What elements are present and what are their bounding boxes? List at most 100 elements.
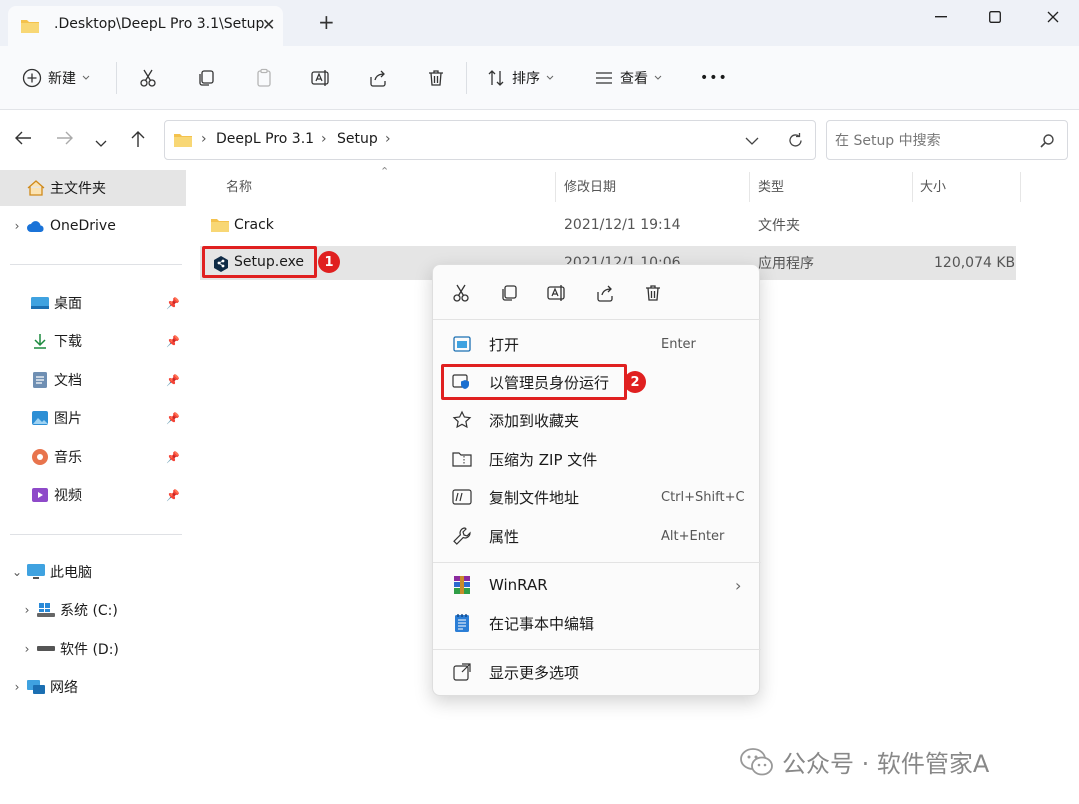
menu-delete-button[interactable] [639,279,667,307]
chevron-right-icon[interactable]: › [8,680,26,694]
forward-button[interactable] [56,130,74,150]
recent-dropdown-button[interactable] [95,134,107,152]
menu-copy-button[interactable] [495,279,523,307]
menu-rename-button[interactable] [543,279,571,307]
sidebar-item-downloads[interactable]: 下载 📌 [0,323,186,359]
rename-button[interactable] [310,64,332,92]
chevron-down-icon[interactable] [745,137,759,146]
back-button[interactable] [14,130,32,150]
column-header-name[interactable]: 名称 [226,176,252,195]
breadcrumb-setup[interactable]: Setup [337,131,378,147]
maximize-icon [989,11,1001,23]
chevron-right-icon[interactable]: › [8,219,26,233]
column-divider[interactable] [749,172,750,202]
column-header-size[interactable]: 大小 [920,176,946,195]
column-divider[interactable] [1020,172,1021,202]
arrow-up-icon [131,131,145,147]
sidebar-item-desktop[interactable]: 桌面 📌 [0,285,186,321]
sidebar-item-drive-c[interactable]: › 系统 (C:) [0,592,186,628]
new-tab-button[interactable]: + [318,12,335,32]
chevron-right-icon[interactable]: › [18,603,36,617]
show-more-icon [451,661,473,683]
sidebar-drive-c-label: 系统 (C:) [60,603,118,619]
menu-item-label: 添加到收藏夹 [489,411,580,430]
toolbar-divider [116,62,117,94]
sidebar-item-documents[interactable]: 文档 📌 [0,362,186,398]
sidebar-item-this-pc[interactable]: ⌄ 此电脑 [0,554,186,590]
menu-item-label: 属性 [489,527,520,546]
trash-icon [646,285,660,301]
chevron-down-icon[interactable]: ⌄ [8,565,26,579]
menu-item-label: 显示更多选项 [489,663,580,682]
file-modified: 2021/12/1 19:14 [564,217,681,233]
sidebar-item-videos[interactable]: 视频 📌 [0,477,186,513]
chevron-right-icon[interactable]: › [18,642,36,656]
sidebar-item-music[interactable]: 音乐 📌 [0,439,186,475]
search-input[interactable] [835,130,1025,152]
sidebar-item-home[interactable]: 主文件夹 [0,170,186,206]
plus-circle-icon [22,68,42,88]
sidebar-music-label: 音乐 [54,450,82,466]
pin-icon[interactable]: 📌 [166,297,180,310]
more-button[interactable]: ••• [700,64,728,92]
share-button[interactable] [368,64,388,92]
copy-icon [199,70,214,86]
pin-icon[interactable]: 📌 [166,412,180,425]
sidebar-item-drive-d[interactable]: › 软件 (D:) [0,631,186,667]
minimize-button[interactable] [918,6,964,28]
search-box[interactable] [826,120,1068,160]
new-button[interactable]: 新建 [22,64,90,92]
menu-item-add-favorites[interactable]: 添加到收藏夹 [439,402,755,438]
paste-button[interactable] [254,64,274,92]
pin-icon[interactable]: 📌 [166,489,180,502]
sort-icon [488,70,504,86]
menu-item-show-more[interactable]: 显示更多选项 [439,654,755,690]
pin-icon[interactable]: 📌 [166,451,180,464]
menu-item-winrar[interactable]: WinRAR › [439,567,755,603]
sort-button[interactable]: 排序 [486,64,554,92]
paste-icon [257,68,271,87]
up-button[interactable] [130,130,146,152]
menu-item-open[interactable]: 打开 Enter [439,326,755,362]
menu-item-copy-path[interactable]: 复制文件地址 Ctrl+Shift+C [439,479,755,515]
address-bar[interactable]: › DeepL Pro 3.1 › Setup › [164,120,816,160]
sidebar-item-network[interactable]: › 网络 [0,669,186,705]
sidebar-network-label: 网络 [50,680,78,696]
column-divider[interactable] [912,172,913,202]
file-row-crack[interactable]: Crack 2021/12/1 19:14 文件夹 [200,208,1016,242]
sidebar-item-pictures[interactable]: 图片 📌 [0,400,186,436]
menu-item-label: WinRAR [489,576,548,594]
tab-close-icon[interactable]: ✕ [262,15,275,34]
close-button[interactable] [1030,6,1076,28]
view-button[interactable]: 查看 [594,64,662,92]
pin-icon[interactable]: 📌 [166,374,180,387]
menu-item-edit-notepad[interactable]: 在记事本中编辑 [439,605,755,641]
breadcrumb-deepl[interactable]: DeepL Pro 3.1 [216,131,314,147]
menu-item-properties[interactable]: 属性 Alt+Enter [439,518,755,554]
menu-share-button[interactable] [591,279,619,307]
menu-item-compress-zip[interactable]: 压缩为 ZIP 文件 [439,441,755,477]
chevron-right-icon: › [735,575,742,595]
zip-folder-icon [451,448,473,470]
search-icon[interactable] [1039,133,1055,149]
file-name: Setup.exe [234,254,305,270]
column-header-modified[interactable]: 修改日期 [564,176,616,195]
menu-cut-button[interactable] [447,279,475,307]
column-header-type[interactable]: 类型 [758,176,784,195]
maximize-button[interactable] [972,6,1018,28]
refresh-icon[interactable] [787,132,804,149]
menu-shortcut: Alt+Enter [661,528,725,544]
column-divider[interactable] [555,172,556,202]
cut-button[interactable] [138,64,158,92]
home-icon [26,179,46,197]
menu-divider [433,319,761,320]
sidebar-item-onedrive[interactable]: › OneDrive [0,208,186,244]
picture-icon [30,409,50,427]
cloud-icon [26,217,46,235]
delete-button[interactable] [426,64,446,92]
file-type: 应用程序 [758,256,814,272]
window-tab[interactable]: .Desktop\DeepL Pro 3.1\Setup ✕ [8,6,283,46]
copy-button[interactable] [196,64,216,92]
pin-icon[interactable]: 📌 [166,335,180,348]
sidebar-home-label: 主文件夹 [50,181,106,197]
